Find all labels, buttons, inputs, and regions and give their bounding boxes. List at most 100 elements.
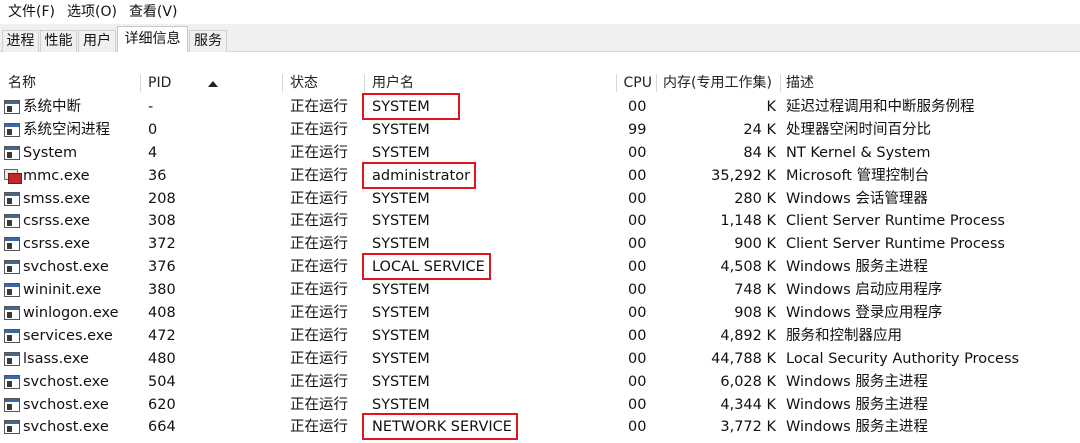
highlight-box xyxy=(362,93,460,120)
tab-users[interactable]: 用户 xyxy=(78,30,116,52)
process-status: 正在运行 xyxy=(290,396,348,413)
window-icon xyxy=(4,122,20,138)
window-icon xyxy=(4,328,20,344)
column-memory[interactable]: 内存(专用工作集) xyxy=(663,70,772,96)
process-list: 系统中断 - 正在运行 SYSTEM 00 K 延迟过程调用和中断服务例程 系统空闲进程 0 正在… xyxy=(0,93,1080,441)
process-description: Windows 服务主进程 xyxy=(786,373,928,390)
process-status: 正在运行 xyxy=(290,167,348,184)
column-divider[interactable] xyxy=(364,74,365,92)
process-name: csrss.exe xyxy=(23,236,90,253)
table-row[interactable]: System 4 正在运行 SYSTEM 00 84 K NT Kernel & Syste… xyxy=(0,142,1080,165)
process-memory: 35,292 K xyxy=(711,167,776,184)
process-cpu: 00 xyxy=(628,190,647,207)
window-icon xyxy=(4,351,20,367)
column-divider[interactable] xyxy=(656,74,657,92)
process-name: wininit.exe xyxy=(23,282,102,299)
tab-details[interactable]: 详细信息 xyxy=(117,26,188,53)
process-pid: 308 xyxy=(148,213,176,230)
table-row[interactable]: winlogon.exe 408 正在运行 SYSTEM 00 908 K Windows … xyxy=(0,302,1080,325)
tab-bar: 进程 性能 用户 详细信息 服务 xyxy=(0,24,1080,53)
table-row[interactable]: smss.exe 208 正在运行 SYSTEM 00 280 K Windows 会话管理… xyxy=(0,188,1080,211)
process-pid: 504 xyxy=(148,373,176,390)
column-description[interactable]: 描述 xyxy=(786,70,814,96)
column-divider[interactable] xyxy=(140,74,141,92)
process-cpu: 00 xyxy=(628,167,647,184)
process-memory: 3,772 K xyxy=(720,419,776,436)
process-cpu: 00 xyxy=(628,259,647,276)
process-description: Windows 服务主进程 xyxy=(786,419,928,436)
table-row[interactable]: svchost.exe 620 正在运行 SYSTEM 00 4,344 K Windows… xyxy=(0,394,1080,417)
window-icon xyxy=(4,191,20,207)
process-memory: 748 K xyxy=(734,282,776,299)
process-name: smss.exe xyxy=(23,190,91,207)
menu-file[interactable]: 文件(F) xyxy=(4,1,59,23)
process-cpu: 00 xyxy=(628,213,647,230)
table-row[interactable]: svchost.exe 664 正在运行 NETWORK SERVICE 00 3,772… xyxy=(0,413,1080,441)
process-name: svchost.exe xyxy=(23,396,109,413)
table-row[interactable]: services.exe 472 正在运行 SYSTEM 00 4,892 K 服务和控制器… xyxy=(0,325,1080,348)
process-pid: 208 xyxy=(148,190,176,207)
process-description: Client Server Runtime Process xyxy=(786,236,1005,253)
table-row[interactable]: csrss.exe 308 正在运行 SYSTEM 00 1,148 K Client Se… xyxy=(0,210,1080,233)
process-pid: 664 xyxy=(148,419,176,436)
process-status: 正在运行 xyxy=(290,373,348,390)
process-name: System xyxy=(23,144,78,161)
process-description: Windows 会话管理器 xyxy=(786,190,928,207)
process-cpu: 00 xyxy=(628,305,647,322)
process-description: Windows 服务主进程 xyxy=(786,396,928,413)
process-status: 正在运行 xyxy=(290,236,348,253)
window-icon xyxy=(4,397,20,413)
process-cpu: 00 xyxy=(628,419,647,436)
process-pid: 408 xyxy=(148,305,176,322)
highlight-box xyxy=(362,413,518,441)
column-divider[interactable] xyxy=(616,74,617,92)
column-cpu[interactable]: CPU xyxy=(620,70,652,96)
column-divider[interactable] xyxy=(282,74,283,92)
table-row[interactable]: svchost.exe 376 正在运行 LOCAL SERVICE 00 4,508 K… xyxy=(0,253,1080,281)
process-description: NT Kernel & System xyxy=(786,144,931,161)
tab-processes[interactable]: 进程 xyxy=(2,30,39,52)
process-description: Windows 启动应用程序 xyxy=(786,282,943,299)
process-name: svchost.exe xyxy=(23,419,109,436)
column-pid[interactable]: PID xyxy=(148,70,171,96)
column-divider[interactable] xyxy=(780,74,781,92)
process-cpu: 99 xyxy=(628,121,647,138)
process-memory: 900 K xyxy=(734,236,776,253)
process-description: 服务和控制器应用 xyxy=(786,327,902,344)
process-user: SYSTEM xyxy=(372,305,430,322)
process-status: 正在运行 xyxy=(290,282,348,299)
table-row[interactable]: csrss.exe 372 正在运行 SYSTEM 00 900 K Client Serv… xyxy=(0,233,1080,256)
tab-performance[interactable]: 性能 xyxy=(40,30,77,52)
table-row[interactable]: svchost.exe 504 正在运行 SYSTEM 00 6,028 K Windows… xyxy=(0,371,1080,394)
process-name: 系统空闲进程 xyxy=(23,121,110,138)
process-status: 正在运行 xyxy=(290,99,348,115)
menu-options[interactable]: 选项(O) xyxy=(63,1,121,23)
table-row[interactable]: lsass.exe 480 正在运行 SYSTEM 00 44,788 K Local Se… xyxy=(0,348,1080,371)
process-memory: 4,892 K xyxy=(720,327,776,344)
window-icon xyxy=(4,100,20,115)
process-name: winlogon.exe xyxy=(23,305,119,322)
menu-view[interactable]: 查看(V) xyxy=(125,1,182,23)
process-status: 正在运行 xyxy=(290,121,348,138)
tab-services[interactable]: 服务 xyxy=(189,30,227,52)
process-memory: 44,788 K xyxy=(711,350,776,367)
table-row[interactable]: wininit.exe 380 正在运行 SYSTEM 00 748 K Windows 启… xyxy=(0,279,1080,302)
process-description: Windows 服务主进程 xyxy=(786,259,928,276)
process-status: 正在运行 xyxy=(290,144,348,161)
process-memory: 6,028 K xyxy=(720,373,776,390)
column-status[interactable]: 状态 xyxy=(290,70,318,96)
window-icon xyxy=(4,214,20,229)
window-icon xyxy=(4,260,20,275)
details-panel: 名称 PID 状态 用户名 CPU 内存(专用工作集) 描述 系统中断 - 正在运行… xyxy=(0,52,1080,443)
process-status: 正在运行 xyxy=(290,350,348,367)
column-name[interactable]: 名称 xyxy=(8,70,36,96)
process-pid: - xyxy=(148,99,154,115)
process-pid: 0 xyxy=(148,121,158,138)
process-cpu: 00 xyxy=(628,144,647,161)
table-row[interactable]: 系统空闲进程 0 正在运行 SYSTEM 99 24 K 处理器空闲时间百分比 xyxy=(0,119,1080,142)
table-row[interactable]: mmc.exe 36 正在运行 administrator 00 35,292 K Micr… xyxy=(0,161,1080,189)
table-row[interactable]: 系统中断 - 正在运行 SYSTEM 00 K 延迟过程调用和中断服务例程 xyxy=(0,93,1080,120)
process-cpu: 00 xyxy=(628,327,647,344)
process-description: 延迟过程调用和中断服务例程 xyxy=(786,99,975,115)
process-status: 正在运行 xyxy=(290,419,348,436)
